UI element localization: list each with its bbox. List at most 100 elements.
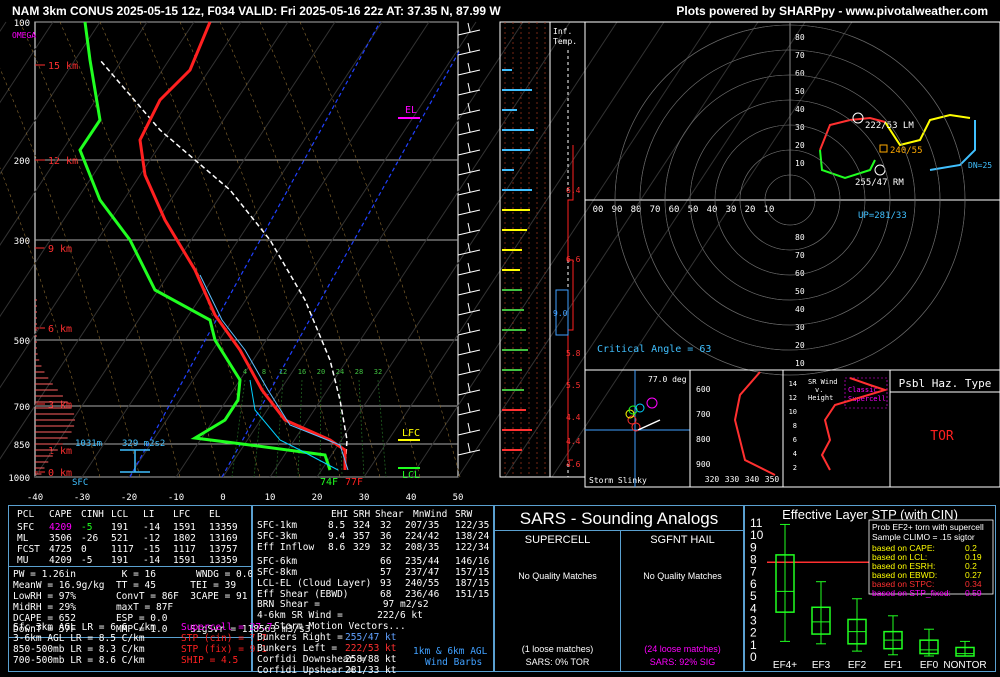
temp-tick-label: 0 [220, 493, 225, 503]
thermo-cell: -12 [143, 533, 161, 544]
thetae-y-tick: 700 [696, 410, 711, 419]
thermo-cell: -14 [143, 555, 161, 566]
srwind-label2: v. [815, 386, 823, 394]
inferred-value: 9.0 [553, 309, 568, 318]
thetae-trace [733, 371, 776, 476]
wind-barb [457, 389, 481, 396]
inferred-value: 4.4 [566, 413, 581, 422]
wind-barb [457, 149, 481, 156]
kin-cell: 329 [353, 542, 371, 553]
mixing-ratio-label: 20 [317, 368, 325, 376]
pressure-tick-label: 100 [14, 19, 30, 29]
thetae-y-tick: 600 [696, 385, 711, 394]
mixing-ratio-label: 12 [279, 368, 287, 376]
kin-cell: 32 [380, 542, 392, 553]
wind-barb-flag [467, 322, 471, 333]
wind-barb-flag [467, 122, 471, 133]
kin-cell: 122/34 [455, 542, 490, 553]
srwind-y-tick: 14 [789, 380, 797, 388]
thermo-cell: 13359 [209, 522, 238, 533]
storm-slinky-frame [584, 369, 691, 488]
stp-category: EF4+ [773, 660, 797, 671]
stp-legend-label: based on STP_fixed: [872, 588, 951, 598]
hodo-x-tick: 50 [688, 205, 699, 215]
stp-category: EF1 [884, 660, 903, 671]
mixing-ratio-label: 32 [374, 368, 382, 376]
motion-label: Bunkers Right = [257, 632, 343, 643]
mixing-ratio-line [358, 379, 365, 478]
srwind-y-tick: 6 [793, 436, 797, 444]
kin-cell: 9.4 [328, 531, 346, 542]
srwind-label: SR Wind [808, 378, 838, 386]
crit-y-tick: 10 [795, 359, 805, 368]
omega-label: OMEGA [12, 31, 36, 40]
hodo-x-tick: 80 [631, 205, 642, 215]
wind-barb-flag [467, 342, 471, 353]
kin-cell: 57 [380, 567, 392, 578]
thermo-cell: -14 [143, 522, 161, 533]
wind-barb-flag [467, 82, 471, 93]
crit-y-tick: 80 [795, 233, 805, 242]
inferred-value: 4.4 [566, 437, 581, 446]
hodo-x-tick: 70 [650, 205, 661, 215]
motion-value: 258/88 kt [345, 654, 397, 665]
wind-barb [457, 249, 481, 256]
stp-panel: Effective Layer STP (with CIN) 11 10 9 8 7 6 5… [744, 505, 996, 672]
lapse-rate: 3-6km AGL LR = 8.5 C/km [13, 633, 145, 644]
temp-tick-label: 40 [406, 493, 417, 503]
wind-barb [457, 409, 481, 416]
temp-tick-label: -20 [121, 493, 137, 503]
sars-hail-pct: SARS: 92% SIG [649, 657, 716, 667]
temp-tick-label: -30 [74, 493, 90, 503]
thermo-header: LI [143, 509, 155, 520]
lapse-rate: Sfc-3km AGL LR = 6.6 C/km [13, 622, 156, 633]
pressure-tick-label: 1000 [8, 474, 30, 484]
kin-cell: 324 [353, 520, 371, 531]
wind-barb [457, 69, 481, 76]
srwind-y-tick: 2 [793, 464, 797, 472]
srwind-y-tick: 10 [789, 408, 797, 416]
wind-barb-flag [467, 142, 471, 153]
thermo-cell: 4209 [49, 522, 72, 533]
sfc-dewpoint-label: 74F [320, 477, 338, 488]
thermo-cell: -5 [81, 522, 93, 533]
thermo-cell: 13169 [209, 533, 238, 544]
slinky-circle [646, 397, 658, 409]
wind-barb [457, 109, 481, 116]
kin-cell: 122/35 [455, 520, 490, 531]
thermo-index: PW = 1.26in K = 16 WNDG = 0.0 [13, 569, 254, 580]
barb-label2: Wind Barbs [425, 657, 483, 668]
barb-label: 1km & 6km AGL [413, 646, 488, 657]
kin-cell: 357 [353, 531, 371, 542]
stp-legend-value: 0.59 [965, 588, 982, 598]
hodo-x-tick: 60 [669, 205, 680, 215]
crit-y-tick: 40 [795, 305, 805, 314]
srwind-y-tick: 8 [793, 422, 797, 430]
kin-row-label: Eff Inflow [257, 542, 315, 553]
kin-cell: 208/35 [405, 542, 440, 553]
thermo-cell: FCST [17, 544, 40, 555]
wind-barb [457, 129, 481, 136]
sars-supercell-header: SUPERCELL [524, 534, 591, 546]
isotherm-line [128, 21, 430, 478]
thetae-y-tick: 900 [696, 460, 711, 469]
thermo-cell: 191 [111, 555, 129, 566]
motion-value: 222/53 kt [345, 643, 397, 654]
isotherm-line [316, 21, 618, 478]
critical-angle-label: Critical Angle = 63 [597, 344, 711, 355]
pressure-tick-label: 700 [14, 403, 30, 413]
wind-barb [457, 29, 481, 36]
lcl-label: LCL [402, 470, 420, 481]
temp-tick-label: 20 [312, 493, 323, 503]
kin-row-label: SFC-1km [257, 520, 298, 531]
wind-barb-flag [467, 222, 471, 233]
brn-shear: BRN Shear = 97 m2/s2 [257, 599, 429, 610]
hodo-y-tick: 70 [795, 51, 805, 60]
kin-cell: 224/42 [405, 531, 440, 542]
kin-cell: 8.5 [328, 520, 346, 531]
slinky-vector [637, 419, 661, 431]
wind-barb-flag [467, 262, 471, 273]
mixing-ratio-label: 4 [243, 368, 247, 376]
pressure-tick-label: 850 [14, 441, 30, 451]
parcel-trace [99, 59, 348, 471]
